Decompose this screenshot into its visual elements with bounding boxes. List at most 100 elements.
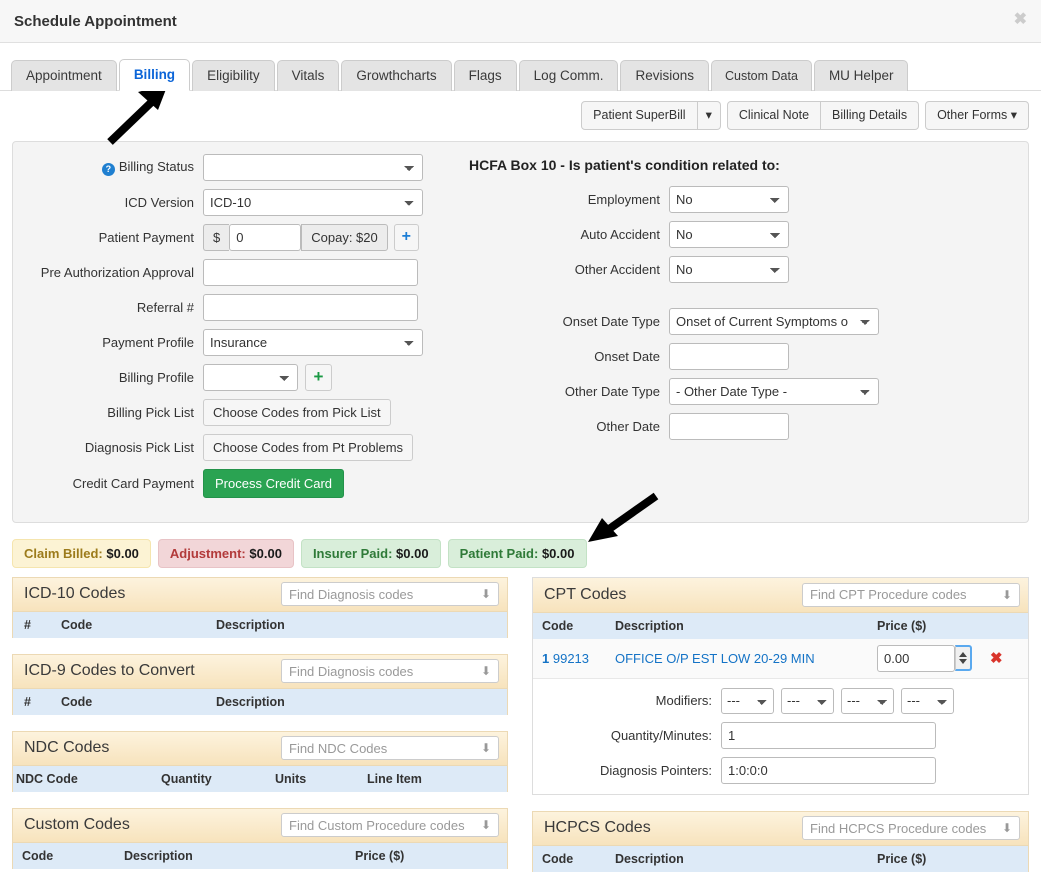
other-accident-select[interactable]: No [669,255,789,283]
add-payment-icon[interactable]: + [393,223,419,251]
onset-date-label: Onset Date [594,348,660,364]
onset-date-type-select[interactable]: Onset of Current Symptoms o [669,307,879,335]
tab-billing[interactable]: Billing [118,59,191,91]
hcfa-box10-column: HCFA Box 10 - Is patient's condition rel… [443,154,1012,506]
table-row[interactable]: 1 99213 OFFICE O/P EST LOW 20-29 MIN ✖ [533,638,1028,679]
custom-codes-table-header: Code Description Price ($) [12,842,508,869]
field-auto-accident: Auto Accident No [469,220,1012,248]
patient-paid-label: Patient Paid: [459,545,539,561]
panel-hcpcs-title: HCPCS Codes [544,819,651,837]
choose-codes-pick-list-button[interactable]: Choose Codes from Pick List [203,398,391,426]
delete-cpt-row-icon[interactable]: ✖ [990,649,1003,667]
icd10-table-header: # Code Description [12,611,508,638]
cpt-row-detail: Modifiers: --- --- --- --- Quantity/Minu… [533,678,1028,794]
panel-custom-codes-header: Custom Codes Find Custom Procedure codes… [12,807,508,843]
insurer-paid-label: Insurer Paid: [312,545,393,561]
billing-status-select[interactable] [203,153,423,181]
other-date-input[interactable] [669,412,789,440]
copay-amount: Copay: $20 [301,223,388,251]
cpt-search-input[interactable]: Find CPT Procedure codes ⬇ [802,582,1020,607]
custom-codes-search-placeholder: Find Custom Procedure codes [289,817,465,833]
other-forms-label: Other Forms [937,108,1008,122]
tab-bar: Appointment Billing Eligibility Vitals G… [0,56,1041,91]
quantity-minutes-input[interactable] [721,721,936,749]
tab-mu-helper[interactable]: MU Helper [813,60,909,91]
close-icon[interactable]: ✖ [1014,12,1027,28]
field-patient-payment: Patient Payment $ Copay: $20 + [13,223,443,251]
panel-cpt-title: CPT Codes [544,585,627,603]
payment-profile-select[interactable]: Insurance [203,328,423,356]
ndc-col-quantity: Quantity [161,771,212,786]
panel-custom-codes-title: Custom Codes [24,816,130,834]
cpt-price-spinner[interactable] [955,645,972,672]
icd9-search-input[interactable]: Find Diagnosis codes ⬇ [281,659,499,684]
hcpcs-col-code: Code [542,851,574,866]
billing-details-button[interactable]: Billing Details [821,101,920,130]
custom-col-price: Price ($) [355,848,405,863]
tab-log-comm[interactable]: Log Comm. [518,60,619,91]
custom-codes-search-input[interactable]: Find Custom Procedure codes ⬇ [281,813,499,838]
auto-accident-select[interactable]: No [669,220,789,248]
tab-growthcharts[interactable]: Growthcharts [341,60,452,91]
tab-flags[interactable]: Flags [453,60,517,91]
credit-card-payment-label: Credit Card Payment [72,475,194,491]
ndc-table-header: NDC Code Quantity Units Line Item [12,765,508,792]
cpt-price-stepper[interactable] [877,644,972,672]
adjustment-label: Adjustment: [169,545,246,561]
choose-codes-pt-problems-button[interactable]: Choose Codes from Pt Problems [203,433,414,461]
onset-date-input[interactable] [669,342,789,370]
hcpcs-search-placeholder: Find HCPCS Procedure codes [810,820,987,836]
code-panels-right-column: CPT Codes Find CPT Procedure codes ⬇ Cod… [532,576,1029,888]
other-date-type-select[interactable]: - Other Date Type - [669,377,879,405]
payment-profile-label: Payment Profile [102,334,194,350]
modifier-select-1[interactable]: --- [721,687,774,714]
field-onset-date: Onset Date [469,342,1012,370]
panel-icd9-title: ICD-9 Codes to Convert [24,662,195,680]
auto-accident-label: Auto Accident [580,226,661,242]
patient-superbill-button[interactable]: Patient SuperBill [581,101,698,130]
referral-input[interactable] [203,293,418,321]
diagnosis-pointers-input[interactable] [721,756,936,784]
pre-authorization-label: Pre Authorization Approval [40,264,194,280]
help-icon[interactable]: ? [101,162,115,176]
field-other-date: Other Date [469,412,1012,440]
tab-eligibility[interactable]: Eligibility [192,60,275,91]
panel-ndc: NDC Codes Find NDC Codes ⬇ NDC Code Quan… [12,730,508,792]
employment-select[interactable]: No [669,185,789,213]
process-credit-card-button[interactable]: Process Credit Card [203,468,345,498]
tab-appointment[interactable]: Appointment [11,60,117,91]
panel-icd10: ICD-10 Codes Find Diagnosis codes ⬇ # Co… [12,576,508,638]
tab-revisions[interactable]: Revisions [620,60,709,91]
hcpcs-col-price: Price ($) [877,851,927,866]
spinner-down-icon[interactable] [959,659,967,665]
modifier-select-2[interactable]: --- [781,687,834,714]
hcpcs-search-input[interactable]: Find HCPCS Procedure codes ⬇ [802,816,1020,841]
icd-version-label: ICD Version [124,194,194,210]
field-diagnosis-pick-list: Diagnosis Pick List Choose Codes from Pt… [13,433,443,461]
field-other-date-type: Other Date Type - Other Date Type - [469,377,1012,405]
chevron-down-icon: ⬇ [480,587,491,602]
add-billing-profile-icon[interactable]: + [305,363,332,391]
pre-authorization-input[interactable] [203,258,418,286]
icd10-search-input[interactable]: Find Diagnosis codes ⬇ [281,582,499,607]
tab-custom-data[interactable]: Custom Data [710,60,812,91]
cpt-col-description: Description [615,618,684,633]
modifier-select-4[interactable]: --- [901,687,954,714]
ndc-search-input[interactable]: Find NDC Codes ⬇ [281,736,499,761]
billing-profile-label: Billing Profile [118,369,194,385]
field-billing-pick-list: Billing Pick List Choose Codes from Pick… [13,398,443,426]
quantity-minutes-label: Quantity/Minutes: [610,727,712,743]
hcfa-box10-title: HCFA Box 10 - Is patient's condition rel… [469,156,780,173]
spinner-up-icon[interactable] [959,652,967,658]
other-forms-button[interactable]: Other Forms ▾ [925,101,1029,130]
status-badge-patient-paid: Patient Paid: $0.00 [447,538,587,568]
patient-payment-input[interactable] [229,223,302,251]
modifier-select-3[interactable]: --- [841,687,894,714]
billing-profile-select[interactable] [203,363,298,391]
cpt-price-input[interactable] [877,644,955,672]
clinical-note-button[interactable]: Clinical Note [726,101,822,130]
patient-superbill-caret-icon[interactable]: ▾ [697,101,721,130]
icd-version-select[interactable]: ICD-10 [203,188,423,216]
billing-status-label: ? Billing Status [13,159,203,176]
tab-vitals[interactable]: Vitals [276,60,340,91]
